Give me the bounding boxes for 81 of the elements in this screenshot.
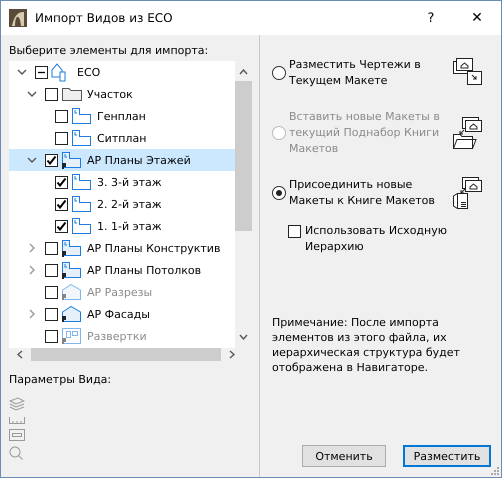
checkbox[interactable] (55, 110, 68, 122)
tree-item[interactable]: Ситплан (9, 127, 235, 149)
radio-button[interactable] (272, 66, 286, 80)
option-label: Вставить новые Макеты в текущий Поднабор Книги Макетов (289, 109, 441, 157)
place-button[interactable]: Разместить (403, 445, 491, 467)
checkbox[interactable] (45, 308, 58, 320)
tree-item-label: ECO (77, 66, 100, 78)
elevation-icon (61, 326, 82, 346)
folder-insert-icon (452, 116, 483, 150)
view-params-label: Параметры Вида: (9, 373, 112, 388)
tree-item[interactable]: 3. 3-й этаж (9, 171, 235, 193)
floor-plan-icon (61, 150, 82, 170)
house-section-icon (61, 282, 82, 302)
tree-item-label: 1. 1-й этаж (97, 220, 162, 232)
tree-item[interactable]: Участок (9, 83, 235, 105)
checkbox[interactable] (45, 242, 58, 254)
tree-item-label: АР Разрезы (87, 286, 152, 298)
book-append-icon (452, 176, 483, 210)
tree-item-label: АР Планы Этажей (87, 154, 191, 166)
tree-item[interactable]: ECO (9, 61, 235, 83)
tree-item[interactable]: АР Планы Этажей (9, 149, 235, 171)
tree-item-label: Развертки (87, 330, 147, 342)
floor-plan-icon (71, 216, 92, 236)
chevron-right-icon[interactable] (29, 265, 35, 275)
checkbox[interactable] (55, 220, 68, 232)
radio-button[interactable] (272, 186, 286, 200)
scrollbar-thumb[interactable] (31, 348, 221, 361)
scrollbar-thumb[interactable] (235, 81, 252, 231)
tree-item[interactable]: 2. 2-й этаж (9, 193, 235, 215)
tree-item-label: Ситплан (97, 132, 146, 144)
chevron-down-icon[interactable] (27, 91, 37, 97)
chevron-left-icon (17, 350, 23, 359)
cancel-button[interactable]: Отменить (302, 445, 386, 467)
chevron-down-icon[interactable] (27, 157, 37, 163)
tree-item[interactable]: 1. 1-й этаж (9, 215, 235, 237)
tree-item-label: АР Планы Потолков (87, 264, 202, 276)
floor-plan-icon (61, 260, 82, 280)
tree-item[interactable]: АР Планы Потолков (9, 259, 235, 281)
note-text: Примечание: После импорта элементов из этого файла, их иерархическая структура будет отображена в Навигаторе. (272, 315, 461, 375)
house-section-icon (61, 304, 82, 324)
tree-item-label: Генплан (97, 110, 146, 122)
checkbox[interactable] (55, 176, 68, 188)
chevron-right-icon (229, 350, 235, 359)
layers-icon (9, 397, 25, 411)
chevron-right-icon[interactable] (29, 243, 35, 253)
checkbox[interactable] (45, 88, 58, 100)
tree-item-label: 2. 2-й этаж (97, 198, 162, 210)
frame-icon (9, 429, 25, 441)
tree-item-label: АР Фасады (87, 308, 150, 320)
floor-plan-icon (71, 106, 92, 126)
tree-item[interactable]: АР Планы Конструктив (9, 237, 235, 259)
ruler-icon (9, 416, 25, 424)
window-title: Импорт Видов из ECO (35, 11, 174, 25)
chevron-up-icon (239, 69, 248, 75)
tree-item-label: 3. 3-й этаж (97, 176, 162, 188)
chevron-right-icon[interactable] (29, 309, 35, 319)
resize-grip-icon (491, 467, 499, 475)
floor-plan-icon (71, 172, 92, 192)
app-logo-icon (9, 9, 27, 27)
checkbox[interactable] (35, 66, 48, 78)
chevron-down-icon[interactable] (17, 69, 27, 75)
help-button[interactable]: ? (409, 10, 453, 26)
floor-plan-icon (71, 128, 92, 148)
tree-item[interactable]: Генплан (9, 105, 235, 127)
checkbox-label: Использовать Исходную Иерархию (305, 223, 448, 255)
floor-plan-icon (71, 194, 92, 214)
option-label: Разместить Чертежи в Текущем Макете (289, 57, 422, 89)
tree-item-label: Участок (87, 88, 133, 100)
floor-plan-icon (61, 238, 82, 258)
search-icon (9, 446, 23, 460)
tree-item[interactable]: АР Фасады (9, 303, 235, 325)
checkbox[interactable] (55, 198, 68, 210)
checkbox[interactable] (55, 132, 68, 144)
tree-item-label: АР Планы Конструктив (87, 242, 220, 254)
checkbox[interactable] (45, 154, 58, 166)
tree-label: Выберите элементы для импорта: (9, 43, 210, 59)
checkbox[interactable] (288, 225, 301, 238)
checkbox[interactable] (45, 264, 58, 276)
close-button[interactable]: ✕ (453, 10, 501, 26)
option-label: Присоединить новые Макеты к Книге Макетов (289, 177, 436, 209)
chevron-down-icon (239, 334, 248, 340)
